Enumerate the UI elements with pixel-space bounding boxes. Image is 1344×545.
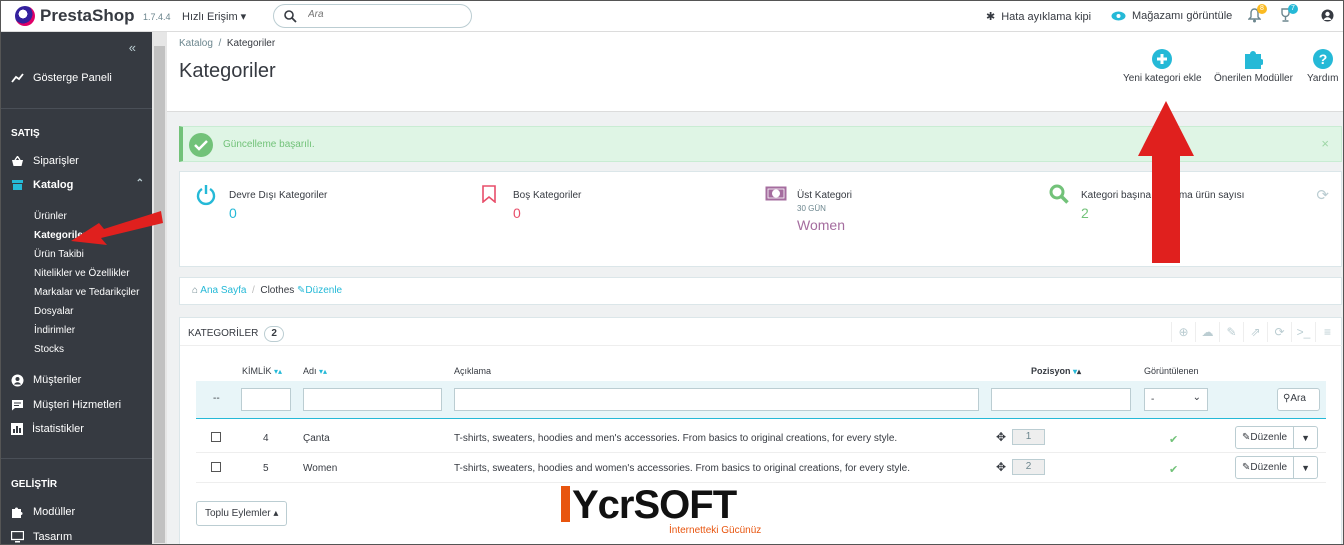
watermark-logo: YcrSOFT İnternetteki Gücünüz	[561, 483, 771, 539]
watermark-brand: YcrSOFT	[561, 483, 771, 527]
arrow-to-categories	[71, 211, 163, 245]
watermark-tagline: İnternetteki Gücünüz	[669, 525, 762, 536]
app-window: PrestaShop 1.7.4.4 Hızlı Erişim ▾ ✱ Hata…	[0, 0, 1344, 545]
arrow-to-add-button	[1138, 101, 1194, 263]
annotation-arrows	[71, 101, 1194, 263]
